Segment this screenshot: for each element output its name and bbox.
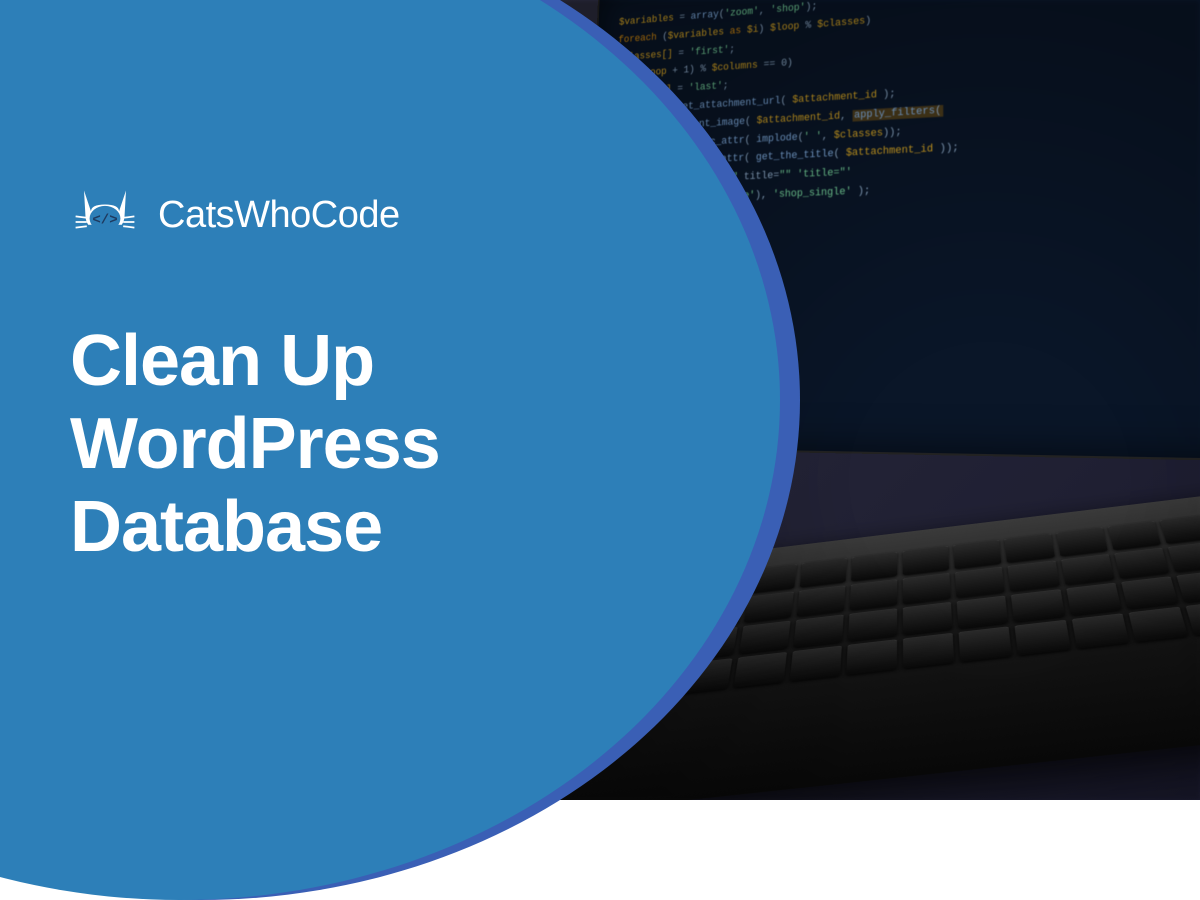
title-line-1: Clean Up bbox=[70, 320, 440, 403]
title-line-3: Database bbox=[70, 486, 440, 569]
content-area: </> CatsWhoCode Clean Up WordPress Datab… bbox=[70, 180, 440, 568]
main-title: Clean Up WordPress Database bbox=[70, 320, 440, 568]
title-line-2: WordPress bbox=[70, 403, 440, 486]
cat-logo-icon: </> bbox=[70, 180, 140, 250]
brand-row: </> CatsWhoCode bbox=[70, 180, 440, 250]
brand-name: CatsWhoCode bbox=[158, 194, 400, 237]
svg-text:</>: </> bbox=[92, 212, 117, 228]
banner-container: $variables = array('zoom', 'shop'); fore… bbox=[0, 0, 1200, 800]
